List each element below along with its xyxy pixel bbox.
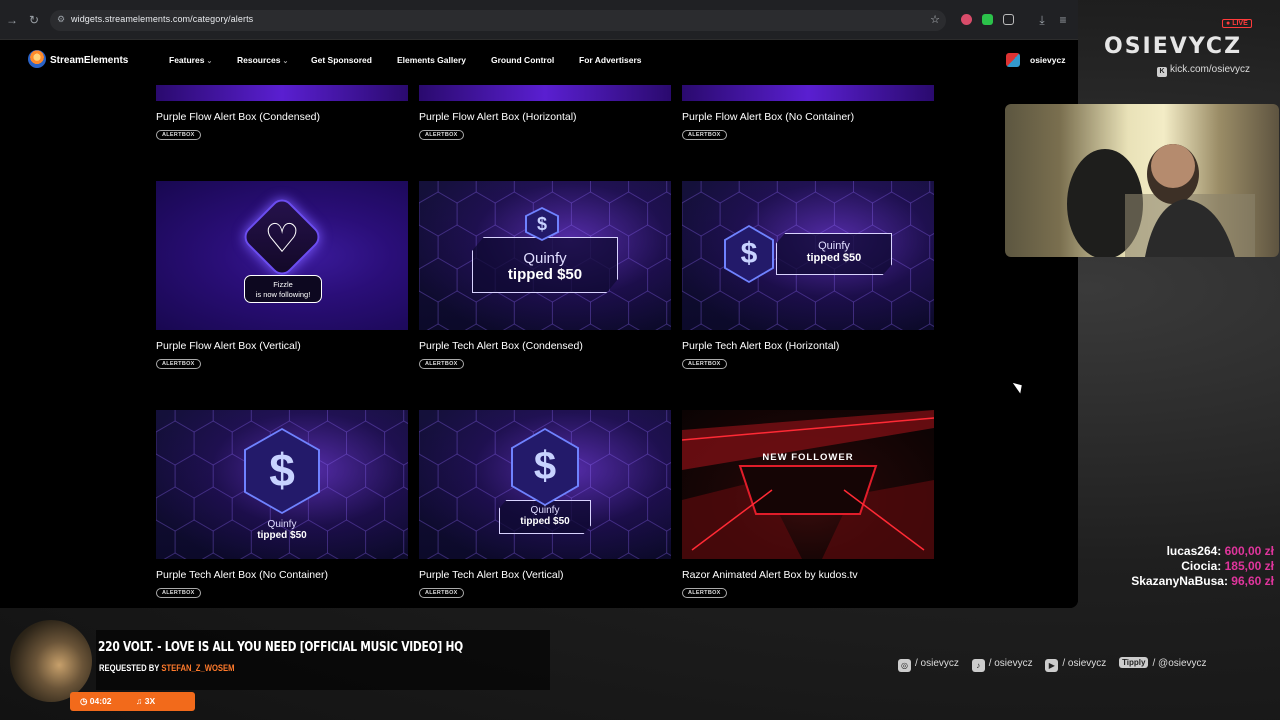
nav-get-sponsored[interactable]: Get Sponsored bbox=[311, 55, 372, 65]
widget-thumbnail[interactable] bbox=[156, 85, 408, 101]
widget-card[interactable]: NEW FOLLOWER Razor Animated Alert Box by… bbox=[682, 410, 934, 599]
widget-type-badge: ALERTBOX bbox=[682, 130, 727, 140]
widget-card[interactable]: Purple Flow Alert Box (No Container) ALE… bbox=[682, 85, 934, 141]
widget-type-badge: ALERTBOX bbox=[156, 588, 201, 598]
song-title: 220 VOLT. - LOVE IS ALL YOU NEED [OFFICI… bbox=[98, 640, 463, 655]
widget-card[interactable]: ♡ Fizzle is now following! Purple Flow A… bbox=[156, 181, 408, 370]
stream-frame: → ↻ ⚙ widgets.streamelements.com/categor… bbox=[0, 0, 1280, 720]
widget-title[interactable]: Purple Tech Alert Box (No Container) bbox=[156, 569, 408, 581]
widget-card[interactable]: $ Quinfy tipped $50 Purple Tech Alert Bo… bbox=[156, 410, 408, 599]
widget-title[interactable]: Purple Flow Alert Box (Vertical) bbox=[156, 340, 408, 352]
nav-ground-control[interactable]: Ground Control bbox=[491, 55, 554, 65]
tip-alert-preview: Quinfy tipped $50 bbox=[257, 519, 307, 541]
brand-name[interactable]: StreamElements bbox=[50, 55, 128, 66]
user-name[interactable]: osievycz bbox=[1030, 55, 1065, 65]
song-duration: ◷ 04:02 bbox=[80, 696, 112, 706]
bookmark-star-icon[interactable]: ☆ bbox=[930, 13, 940, 26]
widget-thumbnail[interactable] bbox=[682, 85, 934, 101]
social-instagram: ◎ / osievycz bbox=[898, 658, 959, 672]
widget-title[interactable]: Purple Flow Alert Box (No Container) bbox=[682, 111, 934, 123]
tipply-icon: Tipply bbox=[1119, 657, 1149, 668]
widget-thumbnail[interactable]: $ Quinfy tipped $50 bbox=[419, 410, 671, 559]
tiktok-icon: ♪ bbox=[971, 659, 985, 672]
now-playing-bar bbox=[96, 630, 550, 690]
widget-title[interactable]: Purple Flow Alert Box (Condensed) bbox=[156, 111, 408, 123]
channel-name: OSIEVYCZ bbox=[1104, 34, 1243, 59]
widget-type-badge: ALERTBOX bbox=[682, 588, 727, 598]
reload-icon[interactable]: ↻ bbox=[26, 12, 42, 28]
youtube-icon: ▶ bbox=[1045, 659, 1059, 672]
nav-elements-gallery[interactable]: Elements Gallery bbox=[397, 55, 466, 65]
nav-resources[interactable]: Resources ⌄ bbox=[237, 55, 288, 65]
media-control-icon[interactable]: ≡ bbox=[1055, 12, 1071, 28]
tip-alert-preview: Quinfy tipped $50 bbox=[806, 240, 862, 264]
follow-alert-preview: Fizzle is now following! bbox=[244, 275, 322, 303]
widget-title[interactable]: Purple Tech Alert Box (Condensed) bbox=[419, 340, 671, 352]
widget-thumbnail[interactable]: ♡ Fizzle is now following! bbox=[156, 181, 408, 330]
widget-type-badge: ALERTBOX bbox=[419, 130, 464, 140]
widget-card[interactable]: $ Quinfy tipped $50 Purple Tech Alert Bo… bbox=[419, 181, 671, 370]
nav-for-advertisers[interactable]: For Advertisers bbox=[579, 55, 642, 65]
site-navigation: StreamElements Features ⌄ Resources ⌄ Get … bbox=[0, 41, 1078, 85]
heart-icon: ♡ bbox=[264, 217, 300, 261]
widget-card[interactable]: $ Quinfy tipped $50 Purple Tech Alert Bo… bbox=[419, 410, 671, 599]
chevron-down-icon: ⌄ bbox=[282, 58, 289, 65]
extensions-puzzle-icon[interactable] bbox=[1003, 14, 1014, 25]
song-plays: ♫ 3X bbox=[136, 696, 156, 706]
social-links: ◎ / osievycz ♪ / osievycz ▶ / osievycz Tipp… bbox=[898, 657, 1217, 672]
razor-alert-text: NEW FOLLOWER bbox=[762, 452, 854, 463]
browser-toolbar: → ↻ ⚙ widgets.streamelements.com/categor… bbox=[0, 0, 1078, 40]
address-bar[interactable]: ⚙ widgets.streamelements.com/category/al… bbox=[50, 10, 946, 31]
nav-features[interactable]: Features ⌄ bbox=[169, 55, 212, 65]
download-icon[interactable]: ⤓ bbox=[1034, 12, 1050, 28]
widget-type-badge: ALERTBOX bbox=[419, 359, 464, 369]
top-donations: lucas264: 600,00 zł Ciocia: 185,00 zł Sk… bbox=[1131, 544, 1274, 589]
song-stats: ◷ 04:02 ♫ 3X bbox=[70, 692, 195, 711]
widget-thumbnail[interactable]: $ Quinfy tipped $50 bbox=[156, 410, 408, 559]
donation-row: SkazanyNaBusa: 96,60 zł bbox=[1131, 574, 1274, 588]
streamelements-logo-icon[interactable] bbox=[28, 50, 46, 68]
widget-thumbnail[interactable]: $ Quinfy tipped $50 bbox=[419, 181, 671, 330]
social-tiktok: ♪ / osievycz bbox=[971, 658, 1033, 672]
donation-row: Ciocia: 185,00 zł bbox=[1181, 559, 1274, 573]
instagram-icon: ◎ bbox=[898, 659, 911, 672]
chevron-down-icon: ⌄ bbox=[206, 58, 213, 65]
widget-title[interactable]: Razor Animated Alert Box by kudos.tv bbox=[682, 569, 934, 581]
url-text: widgets.streamelements.com/category/aler… bbox=[71, 14, 254, 24]
social-tipply: Tipply / @osievycz bbox=[1119, 657, 1207, 669]
social-youtube: ▶ / osievycz bbox=[1045, 658, 1106, 672]
razor-shapes bbox=[682, 410, 934, 559]
kick-link: Kkick.com/osievycz bbox=[1157, 64, 1250, 77]
tip-alert-preview: Quinfy tipped $50 bbox=[507, 250, 583, 283]
widget-type-badge: ALERTBOX bbox=[419, 588, 464, 598]
widget-type-badge: ALERTBOX bbox=[156, 130, 201, 140]
donation-row: lucas264: 600,00 zł bbox=[1166, 544, 1274, 558]
webcam-feed bbox=[1005, 104, 1279, 257]
kick-icon: K bbox=[1157, 67, 1167, 77]
webcam-scene bbox=[1067, 144, 1255, 257]
widget-title[interactable]: Purple Flow Alert Box (Horizontal) bbox=[419, 111, 671, 123]
tip-alert-preview: Quinfy tipped $50 bbox=[520, 505, 570, 527]
extension-icon[interactable] bbox=[961, 14, 972, 25]
widget-title[interactable]: Purple Tech Alert Box (Horizontal) bbox=[682, 340, 934, 352]
widget-type-badge: ALERTBOX bbox=[156, 359, 201, 369]
extension-icon[interactable] bbox=[982, 14, 993, 25]
user-avatar[interactable] bbox=[1006, 53, 1020, 67]
live-badge: ● LIVE bbox=[1222, 19, 1252, 28]
widget-card[interactable]: Purple Flow Alert Box (Horizontal) ALERT… bbox=[419, 85, 671, 141]
widget-thumbnail[interactable] bbox=[419, 85, 671, 101]
widget-card[interactable]: Purple Flow Alert Box (Condensed) ALERTB… bbox=[156, 85, 408, 141]
widget-thumbnail[interactable]: $ Quinfy tipped $50 bbox=[682, 181, 934, 330]
widget-type-badge: ALERTBOX bbox=[682, 359, 727, 369]
back-icon[interactable]: → bbox=[4, 12, 20, 28]
widget-thumbnail[interactable]: NEW FOLLOWER bbox=[682, 410, 934, 559]
site-info-icon[interactable]: ⚙ bbox=[57, 14, 67, 26]
widget-gallery: Purple Flow Alert Box (Condensed) ALERTB… bbox=[0, 85, 1078, 608]
album-art bbox=[10, 620, 92, 702]
requested-by: REQUESTED BY STEFAN_Z_WOSEM bbox=[99, 663, 235, 673]
browser-window: → ↻ ⚙ widgets.streamelements.com/categor… bbox=[0, 0, 1078, 608]
widget-card[interactable]: $ Quinfy tipped $50 Purple Tech Alert Bo… bbox=[682, 181, 934, 370]
widget-title[interactable]: Purple Tech Alert Box (Vertical) bbox=[419, 569, 671, 581]
